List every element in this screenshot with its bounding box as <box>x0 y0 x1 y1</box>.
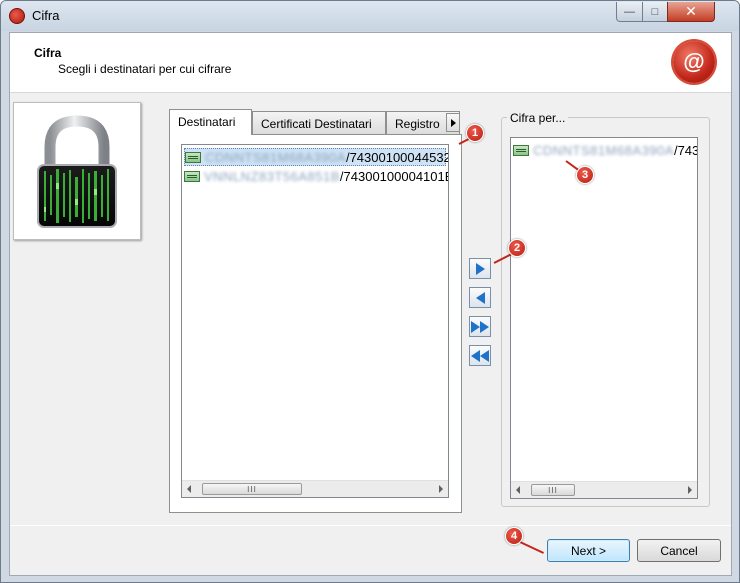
arrow-left-icon <box>475 291 485 304</box>
callout-badge-2: 2 <box>508 239 526 257</box>
app-window: Cifra — □ ✕ Cifra Scegli i destinatari p… <box>0 0 740 583</box>
certificate-icon <box>184 170 200 182</box>
close-button[interactable]: ✕ <box>667 2 715 22</box>
certificate-icon <box>513 144 529 156</box>
horizontal-scrollbar[interactable]: III <box>511 481 697 498</box>
page-subtitle: Scegli i destinatari per cui cifrare <box>58 62 232 76</box>
page-title: Cifra <box>34 46 62 60</box>
list-item[interactable]: CDNNTS81M68A390A /743 <box>513 141 697 159</box>
padlock-icon <box>37 115 117 228</box>
double-arrow-left-icon-part <box>480 349 489 362</box>
maximize-button[interactable]: □ <box>642 2 668 22</box>
recipient-name: CDNNTS81M68A390A <box>533 142 674 158</box>
remove-all-button[interactable] <box>469 345 491 366</box>
scroll-thumb[interactable]: III <box>531 484 575 496</box>
wax-seal-at-icon: @ <box>673 41 715 83</box>
certificate-icon <box>185 151 201 163</box>
callout-badge-1: 1 <box>466 124 484 142</box>
recipient-name: CDNNTS81M68A390A <box>205 149 346 165</box>
recipients-tabs: Destinatari Certificati Destinatari Regi… <box>169 109 467 513</box>
encrypt-for-label: Cifra per... <box>507 111 569 125</box>
recipient-serial: /74300100004101B <box>339 168 449 184</box>
horizontal-scrollbar[interactable]: III <box>182 480 448 497</box>
add-button[interactable] <box>469 258 491 279</box>
recipient-serial: /743 <box>673 142 698 158</box>
recipient-name: VNNLNZ83T56A851B <box>204 168 340 184</box>
wizard-header: Cifra Scegli i destinatari per cui cifra… <box>10 33 731 93</box>
recipients-list[interactable]: CDNNTS81M68A390A /74300100044532 VNNLNZ8… <box>181 144 449 498</box>
remove-button[interactable] <box>469 287 491 308</box>
encrypt-for-list[interactable]: CDNNTS81M68A390A /743 III <box>510 137 698 499</box>
cancel-button[interactable]: Cancel <box>637 539 721 562</box>
scroll-left-icon[interactable] <box>516 486 520 494</box>
tab-scroll-right-button[interactable] <box>446 113 460 132</box>
padlock-image <box>13 102 141 240</box>
recipient-serial: /74300100044532 <box>345 149 449 165</box>
scroll-right-icon[interactable] <box>688 486 692 494</box>
footer-divider <box>10 525 731 526</box>
title-bar[interactable]: Cifra — □ ✕ <box>1 1 739 31</box>
window-title: Cifra <box>32 8 60 23</box>
tab-panel: CDNNTS81M68A390A /74300100044532 VNNLNZ8… <box>169 134 462 513</box>
list-item[interactable]: CDNNTS81M68A390A /74300100044532 <box>184 148 449 166</box>
chevron-right-icon <box>450 118 456 127</box>
wizard-body: Cifra Scegli i destinatari per cui cifra… <box>9 32 732 576</box>
minimize-button[interactable]: — <box>616 2 643 22</box>
app-seal-icon <box>9 8 25 24</box>
double-arrow-left-icon <box>471 349 480 362</box>
list-item[interactable]: VNNLNZ83T56A851B /74300100004101B <box>184 167 449 185</box>
tab-certificati-destinatari[interactable]: Certificati Destinatari <box>252 111 386 134</box>
callout-badge-4: 4 <box>505 527 523 545</box>
scroll-thumb[interactable]: III <box>202 483 302 495</box>
double-arrow-right-icon-part <box>480 320 489 333</box>
scroll-right-icon[interactable] <box>439 485 443 493</box>
arrow-right-icon <box>475 262 485 275</box>
add-all-button[interactable] <box>469 316 491 337</box>
double-arrow-right-icon <box>471 320 480 333</box>
tab-destinatari[interactable]: Destinatari <box>169 109 252 135</box>
next-button[interactable]: Next > <box>547 539 630 562</box>
scroll-left-icon[interactable] <box>187 485 191 493</box>
callout-badge-3: 3 <box>576 166 594 184</box>
